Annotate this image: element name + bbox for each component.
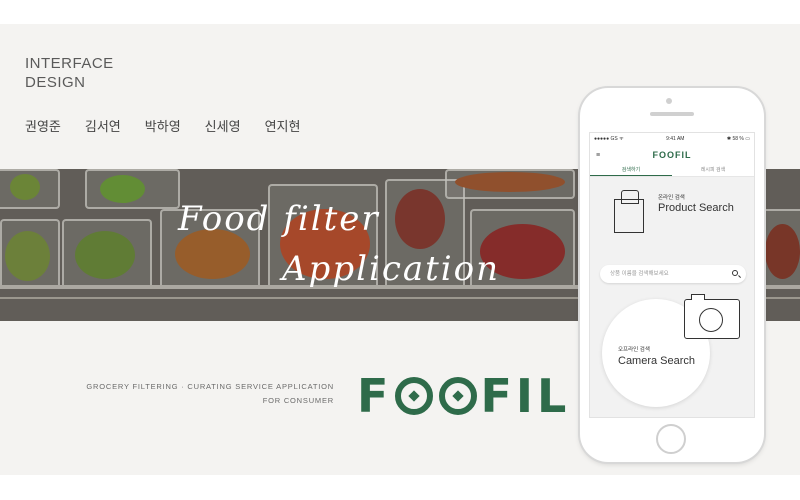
- team-member: 권영준: [25, 120, 61, 135]
- presentation-canvas: INTERFACE DESIGN 권영준 김서연 박하영 신세영 연지현 Foo…: [0, 24, 800, 475]
- phone-mockup: ●●●●● GS ᯤ 9:41 AM ✱ 58 % ▭ ≡ FOOFIL 검색하…: [580, 88, 764, 462]
- tab-recipe-search[interactable]: 레시피 검색: [672, 165, 754, 176]
- logo-o-icon: [439, 377, 478, 415]
- grocery-bag-icon: [614, 190, 644, 233]
- logo-text-end: FIL: [480, 369, 571, 423]
- banner-script-line2: Application: [282, 249, 501, 289]
- app-tabs: 검색하기 레시피 검색: [590, 165, 754, 177]
- app-bar: ≡ FOOFIL: [590, 145, 754, 165]
- team-member: 김서연: [84, 120, 121, 135]
- header-title-line2: DESIGN: [25, 74, 86, 91]
- tagline: GROCERY FILTERING · CURATING SERVICE APP…: [60, 380, 334, 408]
- product-search-title: Product Search: [658, 202, 734, 214]
- banner-script-line1: Food filter: [178, 199, 380, 239]
- home-button[interactable]: [656, 424, 686, 454]
- phone-speaker: [650, 112, 694, 116]
- tab-search[interactable]: 검색하기: [590, 165, 672, 176]
- status-bar: ●●●●● GS ᯤ 9:41 AM ✱ 58 % ▭: [590, 133, 754, 145]
- product-search-subtitle: 온라인 검색: [658, 195, 685, 201]
- status-battery: ✱ 58 % ▭: [726, 136, 750, 142]
- menu-icon[interactable]: ≡: [596, 152, 600, 159]
- team-member: 신세영: [204, 120, 241, 135]
- front-camera: [666, 98, 672, 104]
- app-title: FOOFIL: [652, 150, 692, 160]
- app-screen: ●●●●● GS ᯤ 9:41 AM ✱ 58 % ▭ ≡ FOOFIL 검색하…: [589, 132, 755, 418]
- header-title-line1: INTERFACE: [25, 55, 114, 72]
- team-member: 연지현: [264, 120, 301, 135]
- team-member: 박하영: [144, 120, 181, 135]
- status-time: 9:41 AM: [666, 136, 685, 142]
- status-carrier: ●●●●● GS ᯤ: [594, 136, 624, 142]
- team-members: 권영준 김서연 박하영 신세영 연지현: [25, 116, 300, 135]
- tagline-line2: FOR CONSUMER: [262, 396, 334, 405]
- camera-search-subtitle: 오프라인 검색: [618, 347, 650, 353]
- search-placeholder: 상품 이름을 검색해보세요: [610, 271, 669, 277]
- search-icon[interactable]: [732, 270, 738, 276]
- logo-text-start: F: [357, 369, 393, 423]
- camera-search-title: Camera Search: [618, 355, 696, 367]
- foofil-logo: F FIL: [357, 369, 570, 423]
- camera-icon[interactable]: [684, 294, 740, 339]
- logo-o-icon: [395, 377, 434, 415]
- tagline-line1: GROCERY FILTERING · CURATING SERVICE APP…: [86, 382, 334, 391]
- search-input[interactable]: 상품 이름을 검색해보세요: [600, 265, 746, 283]
- header-title: INTERFACE DESIGN: [25, 54, 114, 92]
